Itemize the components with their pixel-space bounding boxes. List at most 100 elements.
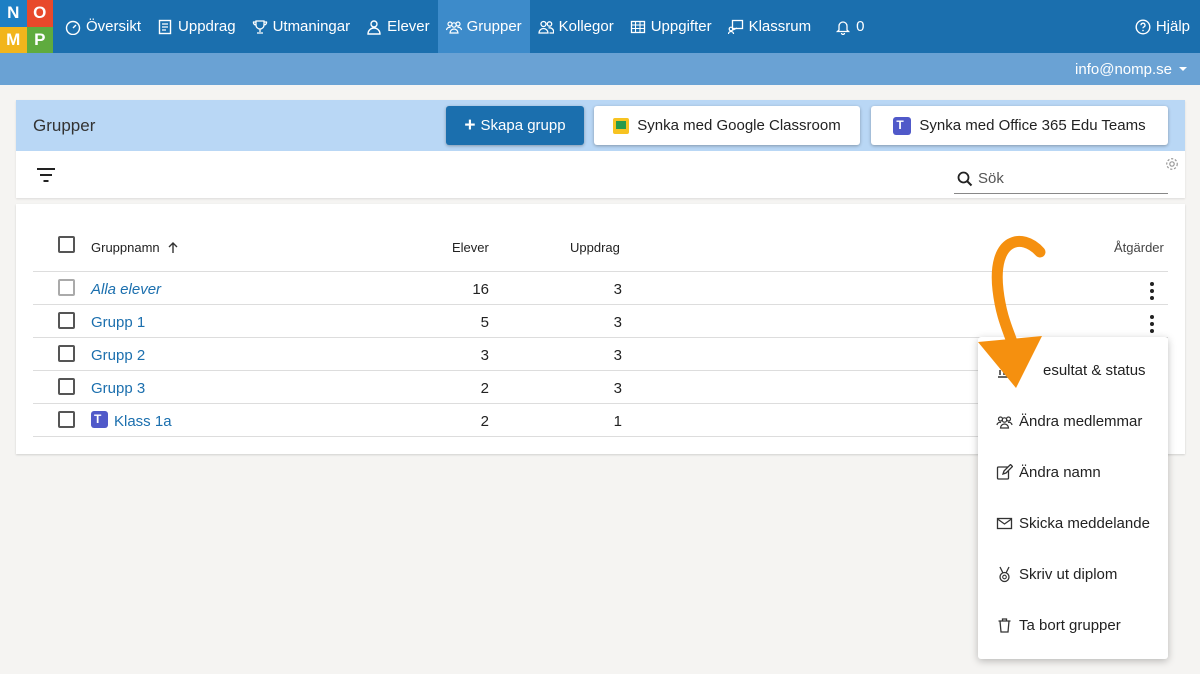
select-all-checkbox[interactable]	[58, 236, 75, 253]
row-actions-menu-icon[interactable]	[1150, 282, 1154, 303]
card-header: Grupper + Skapa grupp Synka med Google C…	[16, 100, 1185, 151]
notification-count: 0	[856, 18, 865, 35]
bell-icon	[836, 20, 851, 35]
nav-label: Kollegor	[558, 18, 614, 35]
trophy-icon	[252, 19, 267, 34]
students-count: 16	[472, 281, 489, 298]
row-actions-menu-icon[interactable]	[1150, 315, 1154, 336]
menu-item-send-message[interactable]: Skicka meddelande	[996, 515, 1150, 532]
column-header-actions: Åtgärder	[1114, 240, 1164, 255]
gear-icon[interactable]	[1165, 157, 1179, 171]
group-link-klass-1a[interactable]: Klass 1a	[114, 413, 172, 430]
menu-item-label: Ändra namn	[1019, 464, 1101, 481]
students-count: 3	[480, 347, 489, 364]
edit-icon	[996, 464, 1013, 480]
nav-item-kollegor[interactable]: Kollegor	[530, 0, 622, 53]
students-count: 5	[480, 314, 489, 331]
search-placeholder: Sök	[978, 170, 1004, 187]
help-label: Hjälp	[1155, 18, 1190, 35]
nav-item-oversikt[interactable]: Översikt	[57, 0, 149, 53]
group-link-grupp-1[interactable]: Grupp 1	[91, 314, 145, 331]
row-checkbox[interactable]	[58, 378, 75, 395]
user-icon	[367, 19, 381, 35]
logo-letter: P	[26, 26, 53, 53]
nomp-logo[interactable]: N O M P	[0, 0, 53, 53]
caret-down-icon[interactable]	[1178, 66, 1188, 72]
menu-item-label: Ändra medlemmar	[1019, 413, 1143, 430]
sort-ascending-icon	[168, 241, 178, 253]
nav-item-grupper[interactable]: Grupper	[437, 0, 530, 53]
menu-item-results-status[interactable]: esultat & status	[996, 362, 1146, 379]
row-actions-dropdown: esultat & status Ändra medlemmar Ändra n…	[978, 337, 1168, 659]
assignments-count: 1	[613, 413, 622, 430]
notifications-button[interactable]: 0	[827, 0, 872, 53]
trash-icon	[998, 618, 1011, 633]
teams-icon	[91, 411, 108, 428]
group-link-grupp-2[interactable]: Grupp 2	[91, 347, 145, 364]
sync-google-label: Synka med Google Classroom	[637, 117, 841, 134]
top-navigation: N O M P Översikt Uppdrag Utmaningar Elev…	[0, 0, 1200, 53]
assignments-count: 3	[613, 314, 622, 331]
nav-item-klassrum[interactable]: Klassrum	[720, 0, 820, 53]
search-input[interactable]: Sök	[954, 164, 1168, 194]
menu-item-delete-groups[interactable]: Ta bort grupper	[996, 617, 1121, 634]
menu-item-rename[interactable]: Ändra namn	[996, 464, 1101, 481]
help-icon	[1135, 18, 1151, 35]
menu-item-label: Ta bort grupper	[1019, 617, 1121, 634]
students-count: 2	[480, 380, 489, 397]
column-header-assignments[interactable]: Uppdrag	[570, 240, 620, 255]
row-checkbox[interactable]	[58, 411, 75, 428]
create-group-button[interactable]: + Skapa grupp	[446, 106, 584, 145]
nav-label: Utmaningar	[272, 18, 351, 35]
group-link-alla-elever[interactable]: Alla elever	[91, 281, 161, 298]
sync-office365-teams-button[interactable]: Synka med Office 365 Edu Teams	[871, 106, 1168, 145]
sync-google-classroom-button[interactable]: Synka med Google Classroom	[594, 106, 860, 145]
row-checkbox[interactable]	[58, 345, 75, 362]
medal-icon	[999, 566, 1010, 583]
users-icon	[445, 20, 462, 34]
assignments-count: 3	[613, 380, 622, 397]
assignments-count: 3	[613, 281, 622, 298]
search-icon	[957, 171, 973, 186]
users-icon	[538, 20, 554, 34]
account-menu[interactable]: info@nomp.se	[1075, 61, 1172, 78]
menu-item-edit-members[interactable]: Ändra medlemmar	[996, 413, 1142, 430]
plus-icon: +	[464, 115, 476, 136]
column-header-students[interactable]: Elever	[452, 240, 489, 255]
logo-letter: O	[26, 0, 53, 27]
nav-label: Grupper	[466, 18, 522, 35]
table-icon	[630, 20, 645, 33]
book-icon	[158, 19, 172, 34]
menu-item-print-diploma[interactable]: Skriv ut diplom	[996, 566, 1117, 583]
filter-icon[interactable]	[36, 167, 56, 183]
nav-label: Uppdrag	[178, 18, 236, 35]
groups-header-card: Grupper + Skapa grupp Synka med Google C…	[16, 100, 1185, 198]
nav-menu: Översikt Uppdrag Utmaningar Elever Grupp…	[57, 0, 872, 53]
nav-label: Översikt	[86, 18, 142, 35]
row-checkbox[interactable]	[58, 279, 75, 296]
menu-item-label: Skicka meddelande	[1019, 515, 1150, 532]
nav-item-uppgifter[interactable]: Uppgifter	[622, 0, 720, 53]
group-link-grupp-3[interactable]: Grupp 3	[91, 380, 145, 397]
account-bar: info@nomp.se	[0, 53, 1200, 85]
logo-letter: N	[0, 0, 27, 27]
menu-item-label: Skriv ut diplom	[1019, 566, 1118, 583]
users-icon	[996, 416, 1013, 429]
row-divider	[33, 304, 1168, 305]
nav-item-uppdrag[interactable]: Uppdrag	[149, 0, 244, 53]
create-group-label: Skapa grupp	[480, 117, 566, 134]
assignments-count: 3	[613, 347, 622, 364]
column-header-name[interactable]: Gruppnamn	[91, 240, 178, 255]
nav-item-elever[interactable]: Elever	[358, 0, 438, 53]
nav-label: Elever	[387, 18, 430, 35]
sync-teams-label: Synka med Office 365 Edu Teams	[919, 117, 1146, 134]
nav-item-utmaningar[interactable]: Utmaningar	[244, 0, 359, 53]
envelope-icon	[996, 517, 1013, 530]
row-divider	[33, 271, 1168, 272]
google-classroom-icon	[613, 117, 630, 134]
help-button[interactable]: Hjälp	[1135, 0, 1190, 53]
row-checkbox[interactable]	[58, 312, 75, 329]
teams-icon	[893, 116, 912, 135]
nav-label: Klassrum	[748, 18, 812, 35]
nav-label: Uppgifter	[650, 18, 712, 35]
